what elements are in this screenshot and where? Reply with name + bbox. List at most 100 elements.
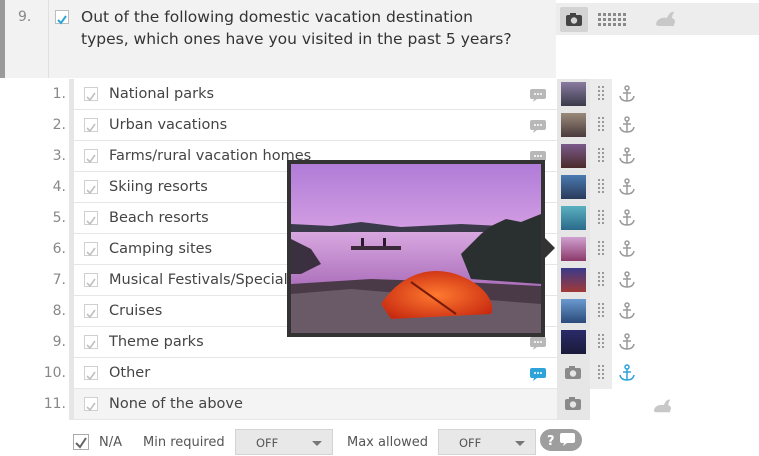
option-label[interactable]: Musical Festivals/Special	[109, 272, 288, 288]
option-label[interactable]: Farms/rural vacation homes	[109, 148, 311, 164]
rabbit-icon[interactable]	[650, 397, 674, 419]
max-allowed-label: Max allowed	[347, 435, 429, 450]
drag-handle-icon[interactable]	[590, 296, 612, 327]
option-checkbox[interactable]	[84, 149, 98, 164]
help-button[interactable]: ?	[540, 429, 582, 451]
option-label[interactable]: Beach resorts	[109, 210, 209, 226]
checkmark-icon	[86, 185, 96, 195]
image-cell[interactable]	[557, 110, 590, 141]
option-checkbox[interactable]	[84, 397, 98, 412]
option-thumbnail[interactable]	[561, 113, 586, 137]
anchor-icon[interactable]	[618, 209, 636, 231]
option-label[interactable]: National parks	[109, 86, 214, 102]
image-cell[interactable]	[557, 203, 590, 234]
image-cell[interactable]	[557, 79, 590, 110]
option-row: 11. None of the above	[0, 389, 672, 420]
chevron-down-icon	[312, 441, 322, 446]
image-cell[interactable]	[557, 234, 590, 265]
drag-handle-icon[interactable]	[590, 234, 612, 265]
checkmark-icon	[86, 154, 96, 164]
comment-icon[interactable]	[529, 119, 547, 138]
option-thumbnail[interactable]	[561, 206, 586, 230]
option-number: 6.	[52, 241, 66, 257]
option-label[interactable]: Camping sites	[109, 241, 212, 257]
anchor-icon[interactable]	[618, 85, 636, 107]
anchor-icon[interactable]	[618, 333, 636, 355]
drag-handle-icon[interactable]	[590, 79, 612, 110]
option-thumbnail[interactable]	[561, 299, 586, 323]
skip-logic-button[interactable]	[652, 9, 678, 33]
option-thumbnail[interactable]	[561, 82, 586, 106]
comment-icon[interactable]	[529, 367, 547, 386]
option-number: 11.	[43, 396, 66, 412]
question-text[interactable]: Out of the following domestic vacation d…	[81, 7, 521, 50]
option-thumbnail[interactable]	[561, 144, 586, 168]
image-preview-popup	[287, 160, 545, 337]
question-checkbox[interactable]	[55, 10, 69, 25]
option-number: 2.	[52, 117, 66, 133]
option-thumbnail[interactable]	[561, 237, 586, 261]
option-checkbox[interactable]	[84, 180, 98, 195]
na-checkbox[interactable]	[73, 434, 89, 450]
checkmark-icon	[57, 15, 67, 25]
grid-layout-button[interactable]	[594, 7, 632, 32]
option-checkbox[interactable]	[84, 273, 98, 288]
checkmark-icon	[75, 437, 87, 449]
chevron-down-icon	[515, 441, 525, 446]
checkmark-icon	[86, 123, 96, 133]
drag-handle-icon[interactable]	[590, 172, 612, 203]
comment-icon[interactable]	[529, 88, 547, 107]
anchor-icon[interactable]	[618, 240, 636, 262]
option-checkbox[interactable]	[84, 304, 98, 319]
option-checkbox[interactable]	[84, 335, 98, 350]
image-cell[interactable]	[557, 141, 590, 172]
option-label[interactable]: Urban vacations	[109, 117, 227, 133]
drag-handle-icon[interactable]	[590, 141, 612, 172]
image-cell[interactable]	[557, 327, 590, 358]
drag-handle-icon[interactable]	[590, 110, 612, 141]
image-cell[interactable]	[557, 296, 590, 327]
na-label: N/A	[99, 435, 122, 450]
option-checkbox[interactable]	[84, 87, 98, 102]
anchor-icon[interactable]	[618, 364, 636, 386]
option-label[interactable]: Theme parks	[109, 334, 204, 350]
camera-icon	[565, 366, 581, 379]
drag-handle-icon[interactable]	[590, 358, 612, 389]
min-required-select[interactable]: OFF	[235, 429, 333, 455]
drag-handle-icon[interactable]	[590, 265, 612, 296]
anchor-icon[interactable]	[618, 147, 636, 169]
grid-icon	[598, 13, 626, 26]
option-label[interactable]: Other	[109, 365, 150, 381]
image-cell[interactable]	[557, 358, 590, 389]
checkmark-icon	[86, 402, 96, 412]
option-checkbox[interactable]	[84, 211, 98, 226]
question-toolbar	[556, 3, 759, 35]
option-thumbnail[interactable]	[561, 268, 586, 292]
option-checkbox[interactable]	[84, 118, 98, 133]
camera-icon	[565, 397, 581, 410]
option-row: 10. Other	[0, 358, 640, 389]
option-label[interactable]: None of the above	[109, 396, 243, 412]
anchor-icon[interactable]	[618, 116, 636, 138]
camping-preview-image	[291, 164, 541, 333]
camera-button[interactable]	[560, 7, 588, 32]
anchor-icon[interactable]	[618, 178, 636, 200]
drag-handle-icon[interactable]	[590, 327, 612, 358]
question-divider	[48, 0, 49, 78]
image-cell[interactable]	[557, 389, 590, 420]
max-allowed-select[interactable]: OFF	[438, 429, 536, 455]
option-label[interactable]: Cruises	[109, 303, 162, 319]
option-checkbox[interactable]	[84, 242, 98, 257]
option-thumbnail[interactable]	[561, 175, 586, 199]
comment-icon[interactable]	[529, 336, 547, 355]
checkmark-icon	[86, 278, 96, 288]
option-label[interactable]: Skiing resorts	[109, 179, 208, 195]
anchor-icon[interactable]	[618, 302, 636, 324]
image-cell[interactable]	[557, 265, 590, 296]
drag-handle-icon[interactable]	[590, 203, 612, 234]
checkmark-icon	[86, 309, 96, 319]
image-cell[interactable]	[557, 172, 590, 203]
option-thumbnail[interactable]	[561, 330, 586, 354]
option-checkbox[interactable]	[84, 366, 98, 381]
anchor-icon[interactable]	[618, 271, 636, 293]
